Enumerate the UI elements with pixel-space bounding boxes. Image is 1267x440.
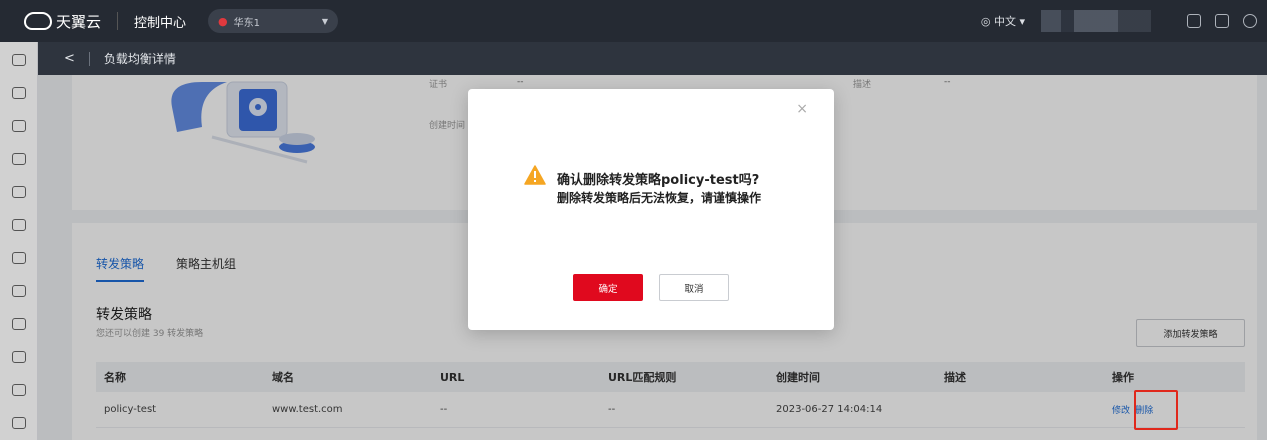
cancel-button[interactable]: 取消 (659, 274, 729, 301)
cloud-logo-icon (24, 12, 52, 30)
divider (117, 12, 119, 30)
page-title: 负载均衡详情 (103, 52, 176, 66)
user-account-blurred[interactable] (1041, 10, 1151, 32)
help-icon[interactable] (1243, 14, 1257, 28)
chevron-down-icon: ▼ (321, 16, 329, 26)
delete-highlight-box (1134, 390, 1178, 430)
location-pin-icon: ● (218, 14, 228, 28)
top-right-tools: ◎ 中文 ▾ (981, 10, 1257, 32)
confirm-delete-dialog: × 确认删除转发策略policy-test吗? 删除转发策略后无法恢复，请谨慎操… (468, 89, 834, 330)
sidebar-overlay (0, 42, 38, 440)
settings-icon[interactable] (1215, 14, 1229, 28)
logo[interactable]: 天翼云 (24, 11, 101, 32)
dialog-message: 删除转发策略后无法恢复，请谨慎操作 (557, 191, 762, 205)
language-switcher[interactable]: ◎ 中文 ▾ (981, 13, 1025, 29)
region-label: 华东1 (233, 17, 261, 29)
brand-name: 天翼云 (56, 12, 102, 31)
message-icon[interactable] (1187, 14, 1201, 28)
warning-icon (524, 165, 546, 185)
close-icon[interactable]: × (796, 101, 808, 117)
console-link[interactable]: 控制中心 (134, 12, 186, 31)
page-header: < 负载均衡详情 (38, 42, 1267, 75)
divider (88, 51, 90, 66)
confirm-button[interactable]: 确定 (573, 274, 643, 301)
top-navigation-bar: 天翼云 控制中心 ● 华东1 ▼ ◎ 中文 ▾ (0, 0, 1267, 42)
dialog-title: 确认删除转发策略policy-test吗? (557, 173, 760, 188)
language-label: 中文 (993, 15, 1016, 28)
back-button[interactable]: < (64, 51, 75, 66)
region-selector[interactable]: ● 华东1 ▼ (208, 9, 339, 33)
